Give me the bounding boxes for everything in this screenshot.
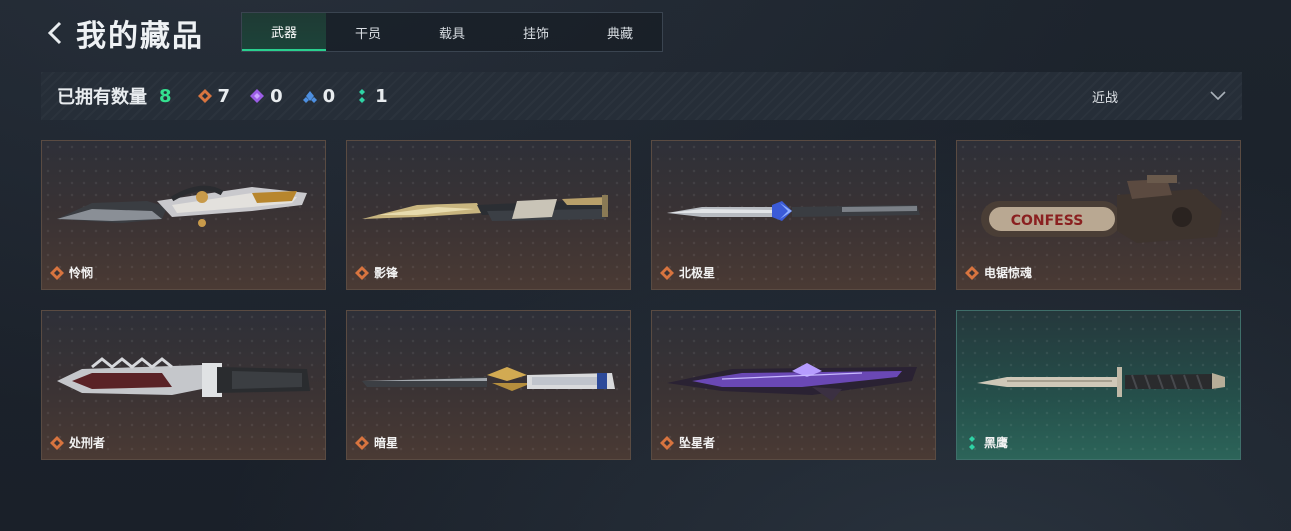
item-name: 电锯惊魂 <box>984 266 1033 280</box>
collection-card[interactable]: 处刑者 <box>41 310 326 460</box>
rarity-stat-teal: 1 <box>355 86 388 107</box>
orange-diamond-icon <box>660 436 674 450</box>
knife-image <box>57 357 310 397</box>
orange-diamond-icon <box>50 436 64 450</box>
orange-diamond-icon <box>355 436 369 450</box>
rarity-stat-orange: 7 <box>197 85 231 107</box>
item-name: 暗星 <box>374 436 399 450</box>
orange-diamond-icon <box>965 266 979 280</box>
item-name: 处刑者 <box>69 436 106 450</box>
orange-diamond-icon <box>50 266 64 280</box>
orange-diamond-icon <box>355 266 369 280</box>
combat-knife-image <box>977 367 1225 397</box>
owned-count-label: 已拥有数量 <box>57 87 147 108</box>
rarity-count: 0 <box>322 85 336 107</box>
collection-card[interactable]: 黑鹰 <box>956 310 1241 460</box>
item-name: 怜悯 <box>69 266 94 280</box>
teal-dots-icon <box>359 89 366 103</box>
collection-card[interactable]: 北极星 <box>651 140 936 290</box>
chevron-down-icon <box>1210 91 1226 101</box>
blue-diamond-icon <box>302 91 317 103</box>
purple-diamond-icon <box>250 89 265 103</box>
rarity-stat-blue: 0 <box>302 85 336 107</box>
teal-dots-icon <box>969 436 975 450</box>
orange-diamond-icon <box>660 266 674 280</box>
tab-collection[interactable]: 典藏 <box>578 13 662 51</box>
page-header: 我的藏品 <box>40 12 204 54</box>
knife-image <box>57 185 307 227</box>
page-title: 我的藏品 <box>76 19 204 54</box>
chainsaw-image: CONFESS <box>981 175 1222 243</box>
collection-card[interactable]: 怜悯 <box>41 140 326 290</box>
tab-charms[interactable]: 挂饰 <box>494 13 578 51</box>
butterfly-knife-image <box>362 195 609 221</box>
category-filter-dropdown[interactable]: 近战 <box>1092 72 1226 120</box>
item-name: 影锋 <box>374 266 399 280</box>
knife-image <box>667 201 920 221</box>
rarity-count: 7 <box>217 85 231 107</box>
owned-count-value: 8 <box>159 85 172 107</box>
rarity-stat-purple: 0 <box>250 86 283 107</box>
orange-diamond-icon <box>197 89 212 103</box>
tab-vehicles[interactable]: 载具 <box>410 13 494 51</box>
item-name: 坠星者 <box>679 436 716 450</box>
item-name: 黑鹰 <box>984 436 1009 450</box>
chevron-left-icon <box>47 21 62 45</box>
tab-operators[interactable]: 干员 <box>326 13 410 51</box>
collection-card[interactable]: 影锋 <box>346 140 631 290</box>
sword-image <box>362 367 615 391</box>
collection-card[interactable]: CONFESS 电锯惊魂 <box>956 140 1241 290</box>
collection-card[interactable]: 坠星者 <box>651 310 936 460</box>
category-tabs: 武器 干员 载具 挂饰 典藏 <box>241 12 663 52</box>
collection-card[interactable]: 暗星 <box>346 310 631 460</box>
filter-selected-value: 近战 <box>1091 90 1118 106</box>
blade-graffiti: CONFESS <box>1011 213 1084 229</box>
knife-image <box>667 363 917 401</box>
rarity-count: 1 <box>375 85 388 107</box>
rarity-count: 0 <box>270 85 283 107</box>
tab-weapons[interactable]: 武器 <box>242 13 326 51</box>
ownership-summary-bar: 已拥有数量 8 7 0 0 1 近战 <box>41 72 1242 120</box>
back-button[interactable] <box>40 13 70 53</box>
item-name: 北极星 <box>679 266 716 280</box>
